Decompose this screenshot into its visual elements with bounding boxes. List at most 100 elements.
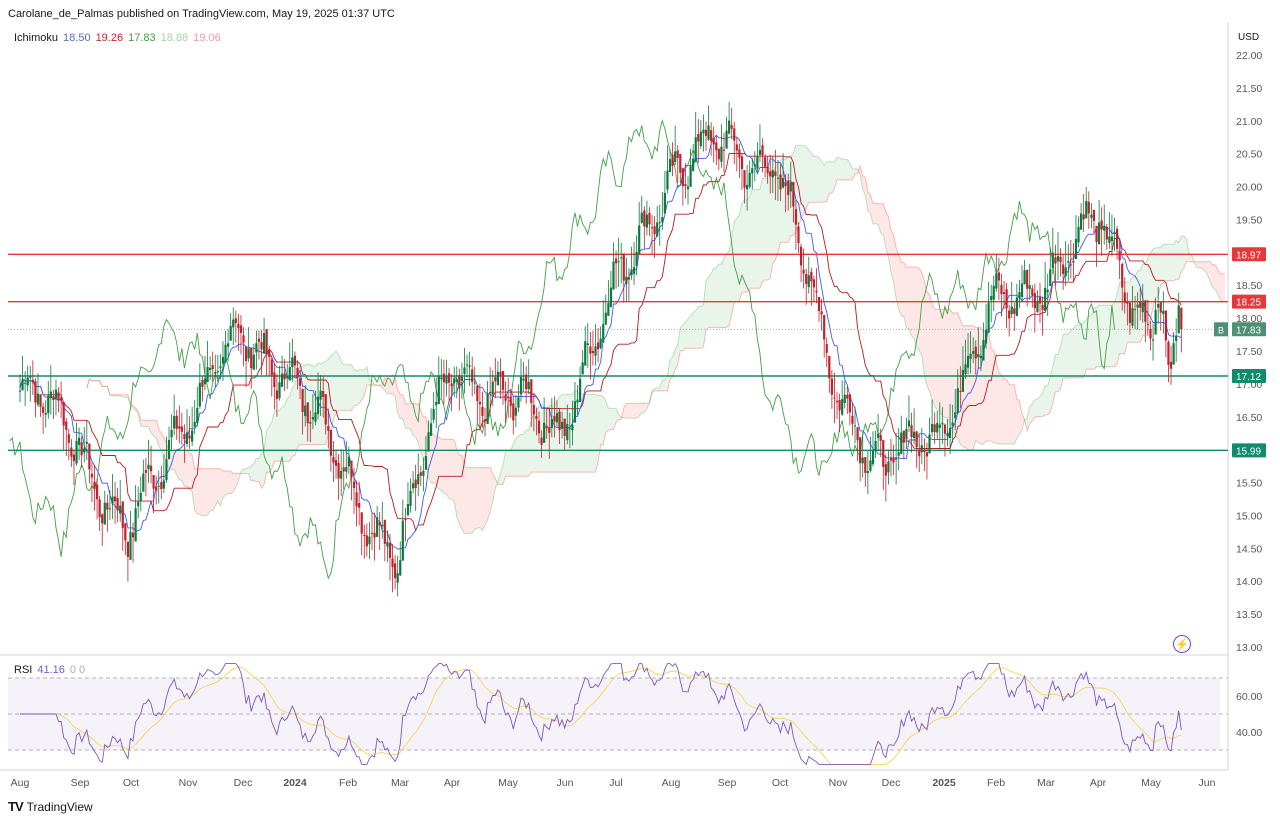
cloud-segment [526,430,529,477]
cloud-segment [215,468,218,506]
candle-body [1162,310,1165,315]
candle-body [167,439,171,459]
candle-body [679,153,682,173]
cloud-segment [140,420,144,427]
candle-body [1113,231,1116,233]
candle-body [779,174,782,190]
cloud-segment [726,250,730,328]
candle-body [239,325,243,333]
candle-body [42,406,45,413]
candle-body [627,276,631,280]
price-chart[interactable]: USD22.0021.5021.0020.5020.0019.5019.0018… [0,0,1280,823]
time-tick: Jun [1199,777,1216,789]
cloud-segment [477,467,480,529]
candle-body [227,343,230,347]
candle-body [427,432,430,452]
cloud-segment [718,264,722,328]
candle-body [607,303,610,316]
axis-currency: USD [1238,32,1259,43]
candle-body [101,514,104,524]
candle-body [494,377,497,382]
candle-body [216,371,219,373]
candle-body [399,560,402,576]
candle-body [396,573,399,583]
candle-body [689,166,692,187]
candle-body [322,390,325,397]
candle-body [170,429,173,438]
cloud-segment [708,273,712,328]
candle-body [612,261,615,290]
candle-body [596,342,600,350]
candle-body [992,285,995,300]
candle-body [933,424,936,433]
candle-body [959,390,962,392]
candle-body [278,382,281,399]
candle-body [481,406,484,416]
candle-body [671,154,674,166]
candle-body [877,433,880,438]
cloud-segment [343,364,347,411]
candle-body [1013,308,1016,314]
time-tick: 2024 [283,777,307,789]
candle-body [1172,343,1175,365]
candle-body [920,445,923,453]
cloud-segment [801,145,804,220]
cloud-segment [292,384,295,457]
candle-body [468,365,471,367]
candle-body [121,501,124,528]
cloud-segment [824,161,827,202]
cloud-segment [333,351,337,419]
cloud-segment [592,394,596,473]
candle-body [692,158,695,171]
candle-body [507,396,510,399]
time-tick: Mar [1037,777,1056,789]
candle-body [453,378,456,384]
candle-body [561,421,564,429]
candle-body [1046,289,1049,293]
candle-body [825,344,828,353]
candle-body [812,279,816,288]
cloud-segment [469,467,473,534]
cloud-segment [688,315,691,349]
candle-body [910,425,913,437]
cloud-segment [1088,314,1092,370]
cloud-segment [752,189,755,289]
cloud-segment [813,156,817,203]
candle-body [232,319,235,328]
candle-body [864,456,867,473]
candle-body [262,333,266,354]
lightning-icon[interactable]: ⚡ [1173,635,1191,653]
candle-body [340,470,343,479]
cloud-segment [197,468,200,515]
candle-body [686,186,690,190]
cloud-segment [880,203,884,234]
candle-body [548,427,551,433]
candle-body [499,371,502,376]
candle-body [111,496,114,504]
candle-body [1118,250,1121,261]
candle-body [260,342,263,350]
candle-body [799,246,803,266]
candle-body [648,212,651,225]
candle-body [887,461,890,473]
candle-body [717,148,720,160]
cloud-segment [765,176,768,280]
candle-body [486,393,489,424]
cloud-segment [1001,375,1005,445]
cloud-segment [600,395,604,445]
price-tick: 14.50 [1236,543,1262,555]
candle-body [417,474,420,485]
senkou-span-b [86,164,1225,490]
candle-body [584,341,587,366]
candle-body [137,501,140,507]
candle-body [501,371,505,390]
candle-body [984,329,988,344]
candle-body [630,269,633,276]
cloud-segment [230,471,234,494]
candle-body [26,377,29,386]
candle-body [697,134,700,142]
cloud-segment [610,408,614,430]
cloud-segment [225,471,229,495]
time-tick: Aug [662,777,681,789]
candle-body [1059,256,1062,263]
